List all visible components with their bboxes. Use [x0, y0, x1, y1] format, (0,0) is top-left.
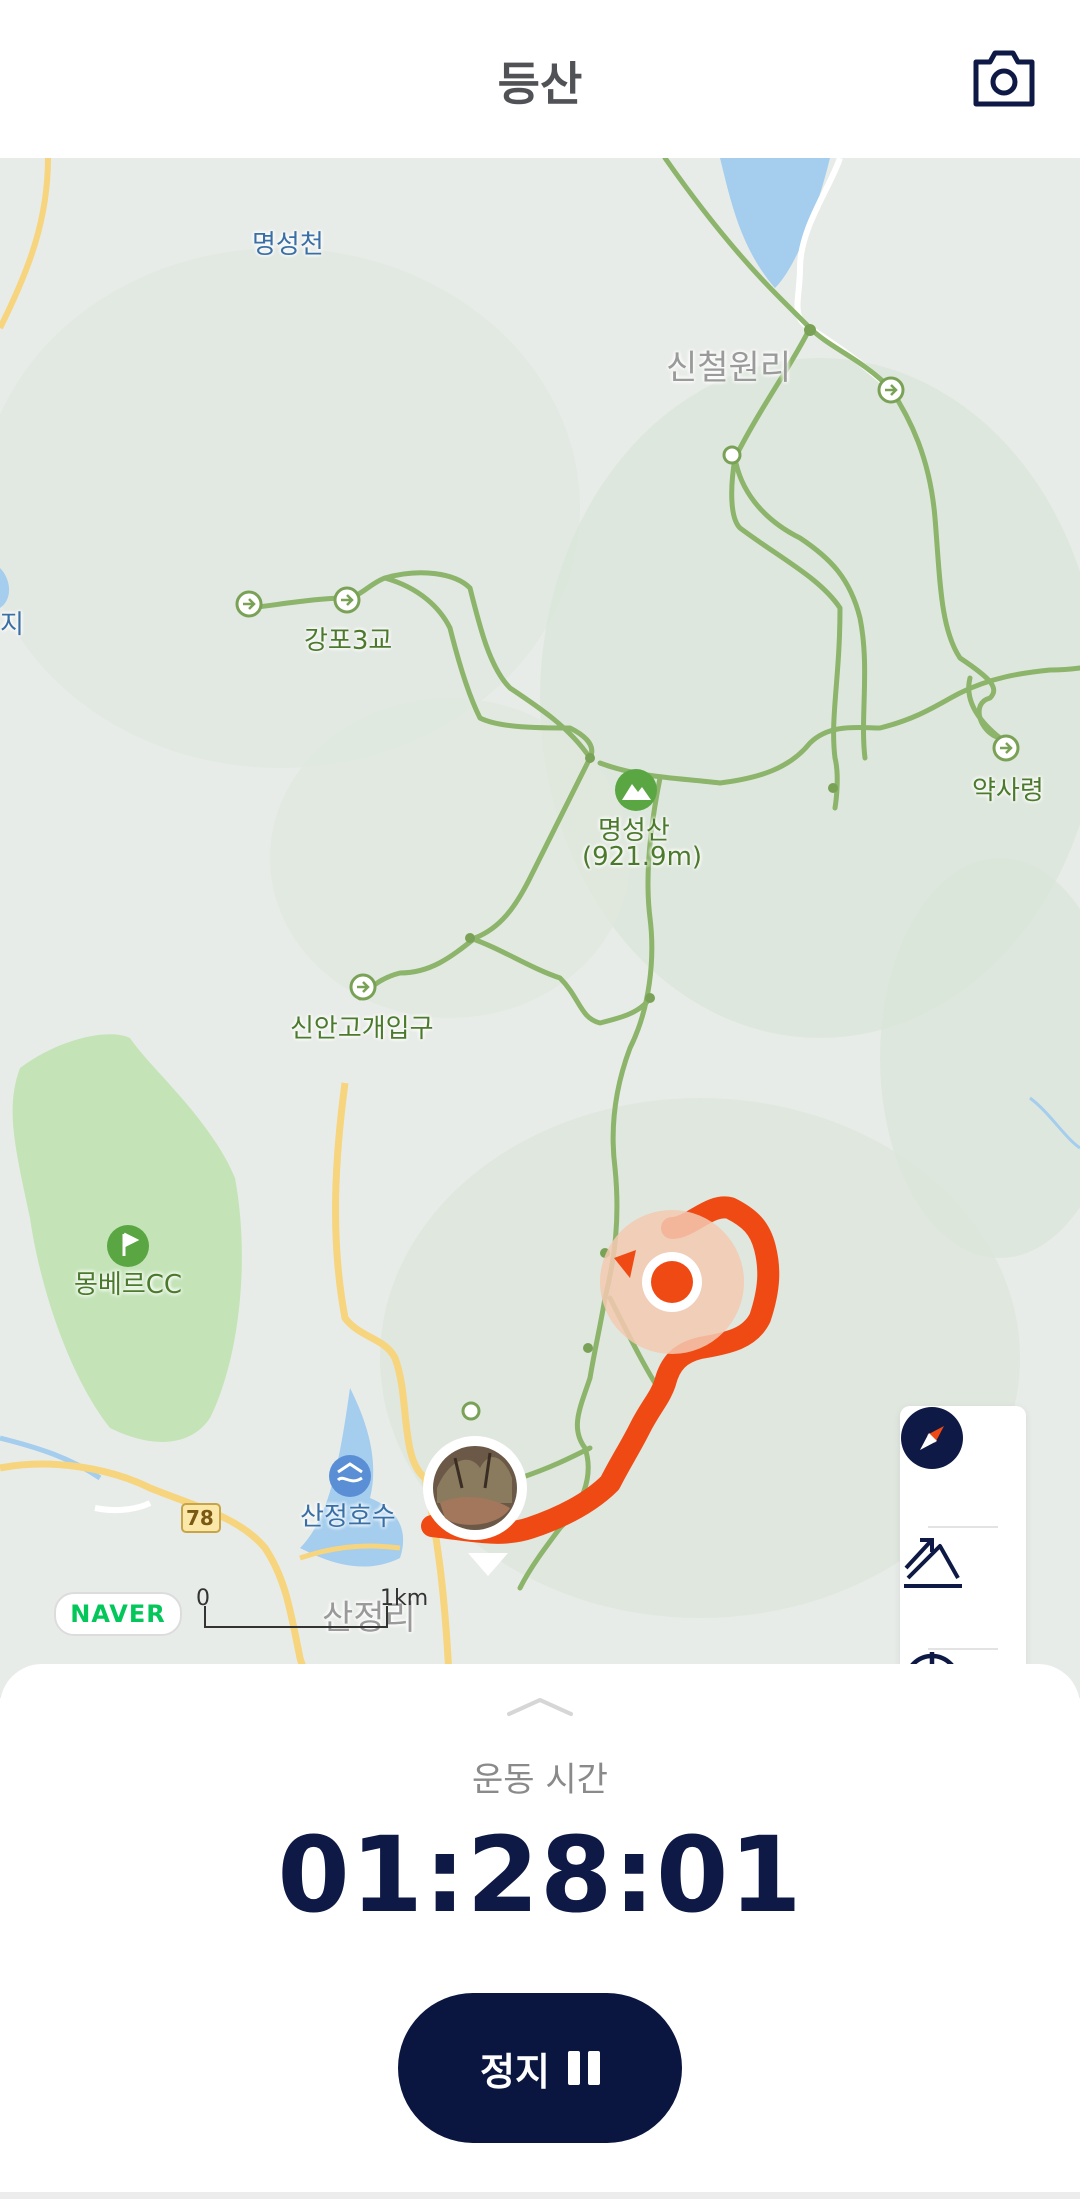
route-button[interactable]: [900, 1528, 1026, 1646]
compass-icon: [901, 1407, 963, 1469]
camera-icon: [973, 50, 1035, 107]
app-header: 등산: [0, 0, 1080, 158]
map-label-sinangogae: 신안고개입구: [290, 1014, 434, 1044]
pause-icon: [567, 2051, 600, 2085]
sheet-expand-chevron-icon[interactable]: [505, 1694, 575, 1720]
map-label-myeongseongcheon: 명성천: [252, 230, 324, 260]
workout-time-value: 01:28:01: [277, 1814, 803, 1936]
map-label-left-edge: 지: [0, 610, 24, 640]
workout-sheet: 운동 시간 01:28:01 정지: [0, 1664, 1080, 2199]
scale-start-label: 0: [196, 1586, 210, 1611]
naver-logo[interactable]: NAVER: [54, 1592, 182, 1636]
scale-end-label: 1km: [380, 1586, 429, 1611]
route-climb-icon: [904, 1538, 962, 1588]
nav-bar-divider: [0, 2192, 1080, 2199]
map-label-gangpo3gyo: 강포3교: [304, 626, 393, 656]
map-label-sincheolwonri: 신철원리: [666, 348, 792, 388]
stop-button-label: 정지: [480, 2049, 550, 2094]
page-title: 등산: [497, 57, 583, 111]
map-scale-bar: [204, 1606, 388, 1628]
compass-button[interactable]: [900, 1406, 1026, 1524]
map-label-sanjeong-lake: 산정호수: [300, 1502, 396, 1532]
camera-button[interactable]: [970, 46, 1038, 110]
map-label-mongbereu-cc: 몽베르CC: [74, 1270, 183, 1300]
map-view[interactable]: 명성천 신철원리 지 강포3교 명성산 (921.9m) 약사령 신안고개입구 …: [0, 158, 1080, 1698]
map-label-yaksaryeong: 약사령: [972, 776, 1044, 806]
map-controls: [900, 1406, 1026, 1698]
workout-time-label: 운동 시간: [472, 1760, 608, 1800]
map-label-myeongseongsan-elevation: (921.9m): [582, 842, 703, 872]
route-78-shield: 78: [186, 1506, 214, 1530]
stop-button[interactable]: 정지: [398, 1993, 682, 2143]
